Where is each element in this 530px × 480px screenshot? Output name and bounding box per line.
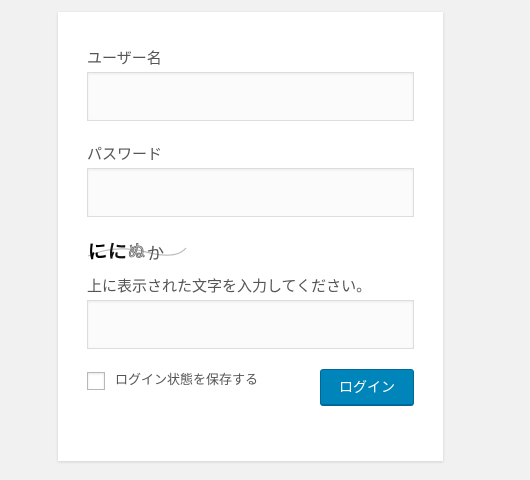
password-label: パスワード xyxy=(87,145,163,163)
password-input[interactable] xyxy=(87,168,414,217)
captcha-instruction: 上に表示された文字を入力してください。 xyxy=(87,277,372,295)
remember-me-label[interactable]: ログイン状態を保存する xyxy=(115,372,258,390)
captcha-char-3: ぬ xyxy=(128,242,145,262)
username-label: ユーザー名 xyxy=(87,49,162,67)
captcha-char-4: か xyxy=(146,243,165,264)
remember-me-checkbox[interactable] xyxy=(87,372,105,390)
captcha-char-1: に xyxy=(87,240,108,263)
captcha-char-2: に xyxy=(107,240,127,263)
login-button[interactable]: ログイン xyxy=(320,369,414,405)
login-form: ユーザー名 パスワード に に ぬ か 上に表示された文字を入力してください。 … xyxy=(58,12,443,461)
captcha-image: に に ぬ か xyxy=(87,240,187,264)
username-input[interactable] xyxy=(87,72,414,121)
captcha-input[interactable] xyxy=(87,300,414,349)
